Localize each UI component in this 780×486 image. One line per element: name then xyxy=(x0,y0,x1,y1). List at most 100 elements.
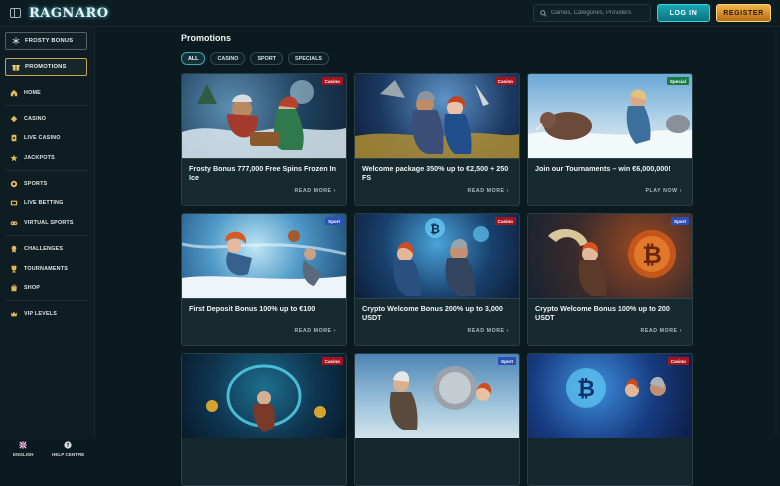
help-label: HELP CENTRE xyxy=(52,452,85,457)
chevron-right-icon: › xyxy=(679,328,682,334)
sidebar-item-label: CASINO xyxy=(24,116,47,122)
live-betting-icon xyxy=(10,200,18,206)
home-icon xyxy=(10,89,18,97)
sidebar-pill-label: FROSTY BONUS xyxy=(25,38,74,44)
sidebar-item-live-betting[interactable]: LIVE BETTING xyxy=(10,197,64,209)
sidebar-item-label: TOURNAMENTS xyxy=(24,266,69,272)
shop-icon xyxy=(11,284,17,292)
sidebar-item-label: SPORTS xyxy=(24,181,48,187)
virtual-sports-icon xyxy=(10,221,18,226)
read-more-label: READ MORE xyxy=(467,328,505,334)
play-now-link[interactable]: PLAY NOW › xyxy=(645,188,682,194)
svg-text:?: ? xyxy=(67,443,70,449)
promo-image: ₿ Casino xyxy=(355,214,519,298)
sidebar-item-label: LIVE CASINO xyxy=(24,135,61,141)
sidebar-pill-label: PROMOTIONS xyxy=(25,64,67,70)
help-centre-link[interactable]: ? HELP CENTRE xyxy=(52,441,84,457)
search-box[interactable] xyxy=(533,4,651,22)
uk-flag-icon xyxy=(19,441,27,449)
sidebar-item-live-casino[interactable]: LIVE CASINO xyxy=(10,132,61,144)
language-selector[interactable]: ENGLISH xyxy=(13,441,33,457)
casino-icon xyxy=(10,115,18,123)
sidebar-divider xyxy=(6,235,88,236)
read-more-link[interactable]: READ MORE › xyxy=(295,328,336,334)
sidebar-pill-frosty-bonus[interactable]: FROSTY BONUS xyxy=(5,32,87,50)
promo-card-crypto-100[interactable]: ₿ Sport Crypto Welcome Bonus 100% up to … xyxy=(527,213,693,346)
read-more-label: READ MORE xyxy=(294,188,332,194)
read-more-link[interactable]: READ MORE › xyxy=(468,328,509,334)
promo-image: Sport xyxy=(355,354,519,438)
promotion-filters: ALL CASINO SPORT SPECIALS xyxy=(181,52,329,65)
challenges-icon xyxy=(11,245,17,253)
promo-card-frosty-bonus[interactable]: Casino Frosty Bonus 777,000 Free Spins F… xyxy=(181,73,347,206)
category-badge: Casino xyxy=(321,77,343,85)
promo-title: First Deposit Bonus 100% up to €100 xyxy=(189,304,316,313)
chevron-right-icon: › xyxy=(333,328,336,334)
login-button[interactable]: LOG IN xyxy=(657,4,710,22)
chevron-right-icon: › xyxy=(506,188,509,194)
sidebar-item-virtual-sports[interactable]: VIRTUAL SPORTS xyxy=(10,217,74,229)
promo-title: Welcome package 350% up to €2,500 + 250 … xyxy=(362,164,509,182)
promo-image: ₿ Casino xyxy=(528,354,692,438)
category-badge: Sport xyxy=(498,357,516,365)
sidebar-pill-promotions[interactable]: PROMOTIONS xyxy=(5,58,87,76)
read-more-label: READ MORE xyxy=(640,328,678,334)
category-badge: Special xyxy=(666,77,689,85)
chevron-right-icon: › xyxy=(333,188,336,194)
promo-image: Special xyxy=(528,74,692,158)
promo-title: Join our Tournaments – win €6,000,000! xyxy=(535,164,671,173)
category-badge: Sport xyxy=(671,217,689,225)
promo-card-crypto-200[interactable]: ₿ Casino Crypto Welcome Bonus 200% up to… xyxy=(354,213,520,346)
filter-all[interactable]: ALL xyxy=(181,52,206,65)
search-input[interactable] xyxy=(551,10,650,16)
promo-card-crypto-casino[interactable]: ₿ Casino xyxy=(527,353,693,486)
register-button[interactable]: REGISTER xyxy=(716,4,771,22)
filter-sport[interactable]: SPORT xyxy=(250,52,284,65)
sidebar-item-jackpots[interactable]: JACKPOTS xyxy=(10,152,55,164)
promo-card-sport-vikings[interactable]: Sport xyxy=(354,353,520,486)
sidebar-item-challenges[interactable]: CHALLENGES xyxy=(10,243,63,255)
logo[interactable]: RAGNARO xyxy=(29,3,109,23)
page-scrollbar[interactable] xyxy=(774,30,778,435)
promo-image: Casino xyxy=(355,74,519,158)
category-badge: Casino xyxy=(667,357,689,365)
page-title: Promotions xyxy=(181,33,232,43)
read-more-link[interactable]: READ MORE › xyxy=(468,188,509,194)
sidebar: FROSTY BONUS PROMOTIONS HOME CASINO LIVE… xyxy=(0,27,95,457)
sidebar-item-home[interactable]: HOME xyxy=(10,87,41,99)
sidebar-item-label: CHALLENGES xyxy=(24,246,64,252)
search-icon xyxy=(540,9,547,17)
sidebar-item-sports[interactable]: SPORTS xyxy=(10,178,47,190)
sidebar-item-label: JACKPOTS xyxy=(24,155,55,161)
jackpot-icon xyxy=(10,154,18,162)
filter-casino[interactable]: CASINO xyxy=(210,52,246,65)
sidebar-item-label: SHOP xyxy=(24,285,41,291)
sidebar-divider xyxy=(6,300,88,301)
snowflake-icon xyxy=(12,37,20,45)
sidebar-item-shop[interactable]: SHOP xyxy=(10,282,40,294)
sidebar-toggle-icon[interactable] xyxy=(10,8,21,18)
read-more-link[interactable]: READ MORE › xyxy=(641,328,682,334)
sidebar-item-label: LIVE BETTING xyxy=(24,200,64,206)
promo-image: Casino xyxy=(182,74,346,158)
live-casino-icon xyxy=(11,134,17,142)
promo-card-first-deposit[interactable]: Sport First Deposit Bonus 100% up to €10… xyxy=(181,213,347,346)
language-label: ENGLISH xyxy=(13,452,34,457)
sidebar-item-label: VIRTUAL SPORTS xyxy=(24,220,74,226)
svg-text:₿: ₿ xyxy=(642,241,662,269)
promo-card-tournaments[interactable]: Special Join our Tournaments – win €6,00… xyxy=(527,73,693,206)
filter-specials[interactable]: SPECIALS xyxy=(288,52,329,65)
sidebar-item-vip-levels[interactable]: VIP LEVELS xyxy=(10,308,57,320)
svg-text:₿: ₿ xyxy=(577,377,595,402)
read-more-label: READ MORE xyxy=(294,328,332,334)
promo-card-reload[interactable]: Casino xyxy=(181,353,347,486)
read-more-link[interactable]: READ MORE › xyxy=(295,188,336,194)
chevron-right-icon: › xyxy=(506,328,509,334)
sidebar-divider xyxy=(6,105,88,106)
promo-image: Casino xyxy=(182,354,346,438)
promo-card-welcome-package[interactable]: Casino Welcome package 350% up to €2,500… xyxy=(354,73,520,206)
category-badge: Casino xyxy=(321,357,343,365)
sidebar-item-casino[interactable]: CASINO xyxy=(10,113,46,125)
sidebar-item-tournaments[interactable]: TOURNAMENTS xyxy=(10,263,68,275)
promo-title: Crypto Welcome Bonus 200% up to 3,000 US… xyxy=(362,304,503,322)
